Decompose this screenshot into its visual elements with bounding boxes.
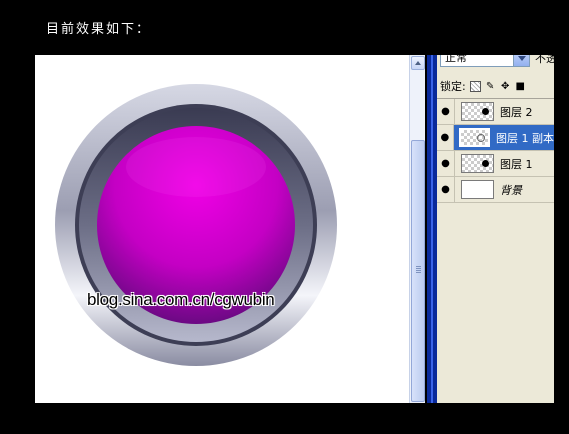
layer-list: ● 图层 2 ● 图层 1 副本 ● 图层 1 ● 背景 [437,98,554,203]
layer-row[interactable]: ● 图层 2 [437,99,554,125]
lock-transparency-icon[interactable] [469,80,481,92]
lock-label: 锁定: [440,80,466,93]
watermark-text: blog.sina.com.cn/cgwubin [87,290,275,309]
layer-row[interactable]: ● 图层 1 [437,151,554,177]
grip-icon [416,266,421,274]
brush-icon[interactable]: ✎ [485,81,496,92]
opacity-label: 不透 [535,55,554,65]
blend-mode-select[interactable]: 正常 [440,55,530,67]
layers-panel: 正常 不透 锁定: ✎ ✥ ■ ● 图层 2 ● 图层 1 副本 ● 图层 1 [437,55,554,403]
eye-icon[interactable]: ● [437,99,455,124]
window-edge [554,55,569,403]
eye-icon[interactable]: ● [437,177,455,202]
lock-row: 锁定: ✎ ✥ ■ [440,78,526,94]
scrollbar-thumb[interactable] [411,140,425,402]
blend-mode-value: 正常 [445,55,467,64]
layer-thumbnail [461,154,494,173]
glossy-button-artwork [55,84,337,366]
layer-thumbnail [461,102,494,121]
layer-thumbnail [459,128,490,147]
layer-name: 图层 2 [500,105,533,119]
eye-icon[interactable]: ● [437,151,455,176]
layer-row-selected[interactable]: ● 图层 1 副本 [437,125,554,151]
canvas-vertical-scrollbar[interactable] [409,55,426,403]
layer-name: 背景 [500,183,522,197]
lock-icon[interactable]: ■ [515,81,526,92]
chevron-down-icon[interactable] [513,55,529,66]
eye-icon[interactable]: ● [437,125,454,150]
arrow-up-icon[interactable] [411,56,425,70]
layer-thumbnail [461,180,494,199]
layer-name: 图层 1 副本 [495,131,554,145]
caption-text: 目前效果如下： [46,22,152,37]
document-canvas[interactable]: blog.sina.com.cn/cgwubin [35,55,409,403]
ball-highlight [126,137,266,197]
layer-name: 图层 1 [500,157,533,171]
move-icon[interactable]: ✥ [500,81,511,92]
layer-row-background[interactable]: ● 背景 [437,177,554,203]
